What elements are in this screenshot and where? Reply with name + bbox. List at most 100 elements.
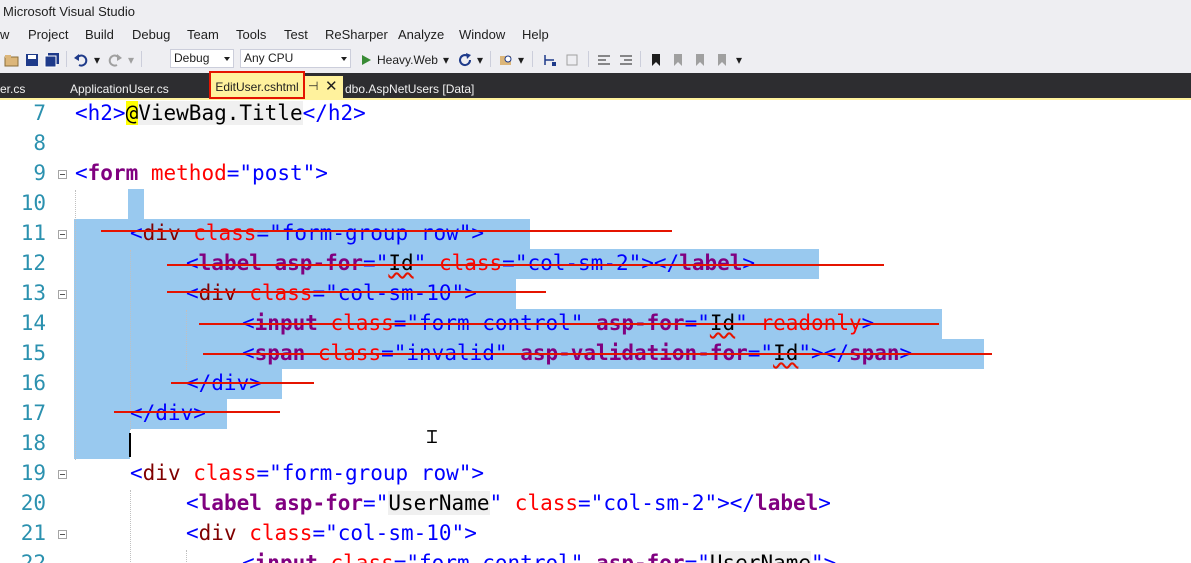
solution-config-value: Debug bbox=[174, 51, 210, 65]
line-number: 13 bbox=[20, 281, 46, 305]
tab-aspnetusers-data[interactable]: dbo.AspNetUsers [Data] bbox=[345, 73, 515, 98]
menu-project[interactable]: Project bbox=[28, 27, 68, 42]
code-token: label bbox=[198, 491, 262, 515]
code-token: > bbox=[471, 461, 485, 485]
toolbar-separator bbox=[490, 51, 491, 67]
menu-view[interactable]: w bbox=[0, 27, 9, 42]
save-all-icon[interactable] bbox=[42, 50, 62, 69]
code-token: "col-sm-10" bbox=[325, 281, 465, 305]
menu-tools[interactable]: Tools bbox=[236, 27, 266, 42]
run-dropdown-icon[interactable]: ▾ bbox=[441, 50, 451, 69]
toolbar-separator bbox=[640, 51, 641, 67]
code-line: <div class="form-group row"> bbox=[130, 461, 484, 485]
code-token: label bbox=[755, 491, 819, 515]
menu-analyze[interactable]: Analyze bbox=[398, 27, 444, 42]
code-line: <label asp-for="UserName" class="col-sm-… bbox=[186, 491, 831, 515]
menu-test[interactable]: Test bbox=[284, 27, 308, 42]
code-token: ></ bbox=[717, 491, 756, 515]
code-token: > bbox=[464, 281, 477, 305]
code-token: = bbox=[363, 251, 376, 275]
clear-bookmarks-icon[interactable] bbox=[712, 50, 732, 69]
menu-window[interactable]: Window bbox=[459, 27, 505, 42]
refresh-dropdown-icon[interactable]: ▾ bbox=[475, 50, 485, 69]
window-title: Microsoft Visual Studio bbox=[3, 4, 135, 19]
fold-toggle[interactable] bbox=[58, 290, 67, 299]
code-line: <div class="col-sm-10"> bbox=[186, 281, 477, 305]
prev-bookmark-icon[interactable] bbox=[668, 50, 688, 69]
find-in-files-icon[interactable] bbox=[496, 50, 516, 69]
code-token: Id bbox=[388, 251, 414, 275]
code-token: "form-group row" bbox=[269, 221, 472, 245]
run-target-label[interactable]: Heavy.Web bbox=[377, 50, 439, 69]
fold-toggle[interactable] bbox=[58, 530, 67, 539]
code-token: form bbox=[87, 161, 139, 185]
pin-icon[interactable]: ⊣ bbox=[308, 79, 318, 93]
open-file-icon[interactable] bbox=[2, 50, 22, 69]
redo-icon[interactable] bbox=[104, 50, 126, 69]
code-line: </div> bbox=[130, 401, 206, 425]
code-token: = bbox=[502, 251, 515, 275]
code-token: class bbox=[502, 491, 579, 515]
fold-toggle[interactable] bbox=[58, 170, 67, 179]
fold-toggle[interactable] bbox=[58, 470, 67, 479]
indent-guide bbox=[186, 550, 188, 563]
code-token: > bbox=[464, 521, 477, 545]
redo-dropdown-icon[interactable]: ▾ bbox=[126, 50, 136, 69]
code-line: <input class="form-control" asp-for="Use… bbox=[242, 551, 836, 563]
close-icon[interactable]: ✕ bbox=[325, 77, 338, 95]
code-line: <h2>@ViewBag.Title</h2> bbox=[75, 101, 366, 125]
uncomment-lines-icon[interactable] bbox=[616, 50, 636, 69]
selection-block bbox=[128, 189, 144, 219]
menu-resharper[interactable]: ReSharper bbox=[325, 27, 388, 42]
code-token: class bbox=[180, 221, 257, 245]
menu-build[interactable]: Build bbox=[85, 27, 114, 42]
code-token: div bbox=[142, 461, 181, 485]
code-token: > bbox=[471, 221, 485, 245]
solution-config-select[interactable]: Debug bbox=[170, 49, 234, 68]
tab-actions: ⊣ ✕ bbox=[305, 76, 343, 98]
toolbar-overflow-icon[interactable]: ▾ bbox=[734, 50, 744, 69]
code-token: UserName bbox=[388, 491, 490, 515]
overflow-dropdown-icon[interactable]: ▾ bbox=[516, 50, 526, 69]
code-token: < bbox=[186, 281, 199, 305]
comment-lines-icon[interactable] bbox=[594, 50, 614, 69]
code-token: asp-for bbox=[583, 551, 685, 563]
code-token: " bbox=[413, 251, 427, 275]
code-editor[interactable]: 7 8 9 10 11 12 13 14 15 16 17 18 19 20 2… bbox=[0, 100, 1191, 563]
toolbar: ▾ ▾ Debug Any CPU Heavy.Web ▾ ▾ ▾ ▾ bbox=[0, 46, 1191, 73]
undo-icon[interactable] bbox=[70, 50, 92, 69]
code-token: "col-sm-10" bbox=[325, 521, 465, 545]
toolbar-grip[interactable] bbox=[532, 51, 533, 67]
code-token: div bbox=[198, 521, 237, 545]
code-token: div bbox=[198, 281, 237, 305]
code-token: < bbox=[242, 551, 255, 563]
code-token: class bbox=[180, 461, 257, 485]
menu-debug[interactable]: Debug bbox=[132, 27, 170, 42]
fold-toggle[interactable] bbox=[58, 230, 67, 239]
step-into-icon[interactable] bbox=[540, 50, 560, 69]
toolbar-separator bbox=[588, 51, 589, 67]
tab-application-user-cs[interactable]: ApplicationUser.cs bbox=[70, 73, 190, 98]
disabled-tool-icon[interactable] bbox=[562, 50, 582, 69]
code-line: <div class="col-sm-10"> bbox=[186, 521, 477, 545]
line-number: 22 bbox=[20, 551, 46, 563]
code-token: label bbox=[679, 251, 743, 275]
menu-help[interactable]: Help bbox=[522, 27, 549, 42]
code-token: ></ bbox=[641, 251, 680, 275]
refresh-icon[interactable] bbox=[456, 50, 474, 69]
platform-select[interactable]: Any CPU bbox=[240, 49, 351, 68]
tab-er-cs[interactable]: er.cs bbox=[0, 73, 60, 98]
menu-team[interactable]: Team bbox=[187, 27, 219, 42]
code-token: ViewBag.Title bbox=[138, 101, 303, 125]
code-token: < bbox=[186, 521, 199, 545]
line-number: 10 bbox=[20, 191, 46, 215]
undo-dropdown-icon[interactable]: ▾ bbox=[92, 50, 102, 69]
code-token: asp-for bbox=[261, 251, 364, 275]
tab-edituser-cshtml[interactable]: EditUser.cshtml bbox=[209, 71, 305, 99]
start-icon[interactable] bbox=[358, 50, 374, 69]
save-icon[interactable] bbox=[22, 50, 42, 69]
line-number: 15 bbox=[20, 341, 46, 365]
next-bookmark-icon[interactable] bbox=[690, 50, 710, 69]
code-token: UserName bbox=[709, 551, 812, 563]
bookmark-icon[interactable] bbox=[646, 50, 666, 69]
